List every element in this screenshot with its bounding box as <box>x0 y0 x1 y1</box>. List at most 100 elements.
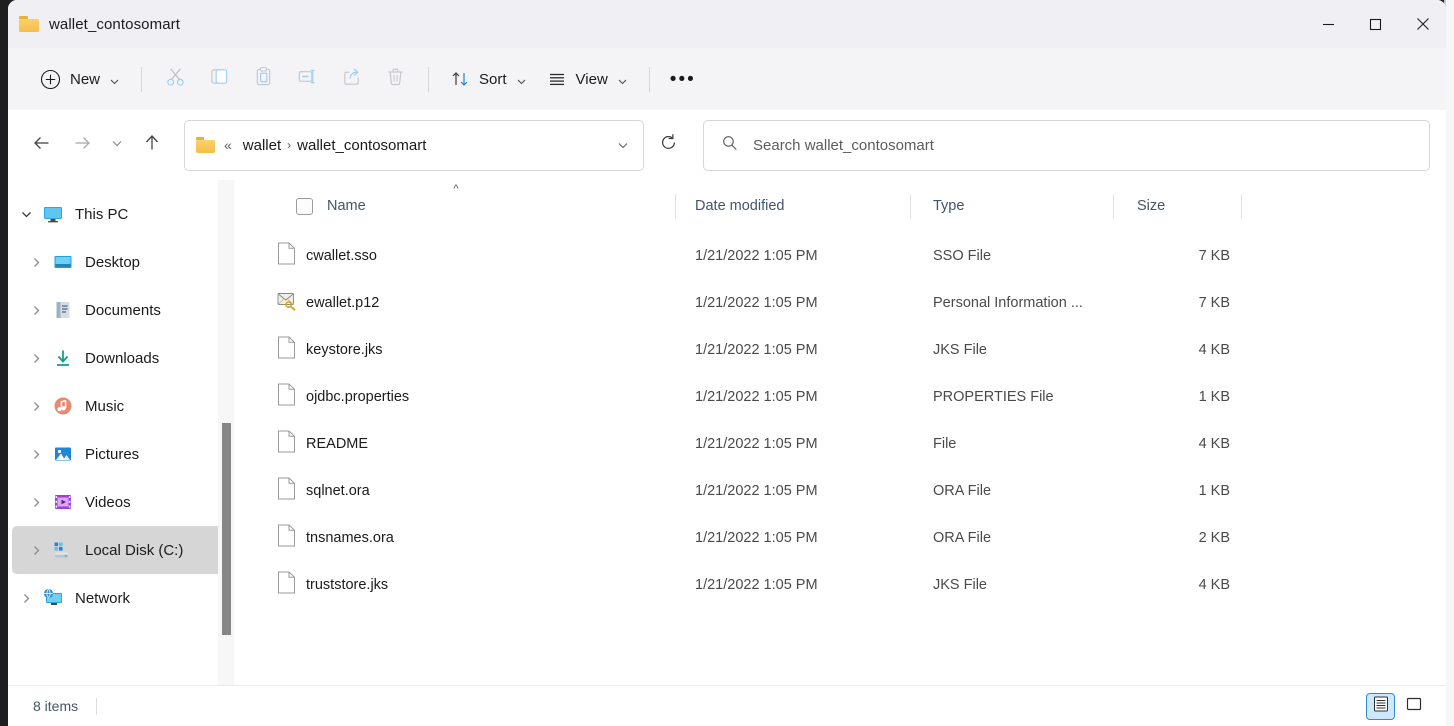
sort-button[interactable]: Sort <box>440 60 537 98</box>
sidebar-item-desktop[interactable]: Desktop <box>12 238 226 286</box>
file-name-cell[interactable]: ojdbc.properties <box>236 383 676 410</box>
file-size-cell: 1 KB <box>1114 389 1242 405</box>
column-header-name[interactable]: ^ Name <box>236 180 676 232</box>
file-date-label: 1/21/2022 1:05 PM <box>695 530 818 546</box>
sidebar-scrollbar[interactable] <box>218 180 234 685</box>
music-icon <box>50 396 76 416</box>
minimize-button[interactable] <box>1305 0 1352 48</box>
chevron-right-icon[interactable] <box>22 256 50 269</box>
blank-file-icon <box>277 336 296 363</box>
rename-button[interactable] <box>285 60 329 98</box>
sidebar-item-label: Music <box>85 398 124 415</box>
table-row[interactable]: README1/21/2022 1:05 PMFile4 KB <box>236 420 1446 467</box>
file-list-pane: ^ Name Date modified Type Size <box>236 180 1446 685</box>
sidebar-item-videos[interactable]: Videos <box>12 478 226 526</box>
breadcrumb-item-wallet[interactable]: wallet <box>239 134 285 157</box>
column-header-type[interactable]: Type <box>911 180 1114 232</box>
copy-button[interactable] <box>197 60 241 98</box>
file-name-cell[interactable]: sqlnet.ora <box>236 477 676 504</box>
file-name-label: ojdbc.properties <box>306 389 409 405</box>
blank-file-icon <box>277 571 296 598</box>
file-name-cell[interactable]: tnsnames.ora <box>236 524 676 551</box>
blank-file-icon <box>277 242 296 269</box>
table-row[interactable]: truststore.jks1/21/2022 1:05 PMJKS File4… <box>236 561 1446 608</box>
new-button[interactable]: New <box>30 60 130 98</box>
list-lines-icon <box>547 69 567 89</box>
chevron-right-icon[interactable] <box>22 400 50 413</box>
sidebar-item-label: Documents <box>85 302 161 319</box>
select-all-checkbox[interactable] <box>296 198 313 215</box>
table-row[interactable]: ojdbc.properties1/21/2022 1:05 PMPROPERT… <box>236 373 1446 420</box>
refresh-button[interactable] <box>648 125 688 165</box>
screen: wallet_contosomart New <box>0 0 1454 726</box>
rename-icon <box>297 66 318 92</box>
sidebar-scrollbar-thumb[interactable] <box>222 423 231 635</box>
chevron-right-icon[interactable] <box>22 448 50 461</box>
details-view-icon <box>1372 695 1390 718</box>
sidebar-item-local-disk-c[interactable]: Local Disk (C:) <box>12 526 226 574</box>
file-size-label: 4 KB <box>1199 436 1230 452</box>
file-date-cell: 1/21/2022 1:05 PM <box>676 342 911 358</box>
file-name-cell[interactable]: keystore.jks <box>236 336 676 363</box>
chevron-right-icon[interactable] <box>22 304 50 317</box>
file-size-cell: 7 KB <box>1114 295 1242 311</box>
chevron-down-icon[interactable] <box>12 208 40 221</box>
maximize-button[interactable] <box>1352 0 1399 48</box>
sidebar-item-music[interactable]: Music <box>12 382 226 430</box>
file-type-cell: Personal Information ... <box>911 295 1114 311</box>
breadcrumb-item-wallet-contosomart[interactable]: wallet_contosomart <box>293 134 430 157</box>
table-row[interactable]: cwallet.sso1/21/2022 1:05 PMSSO File7 KB <box>236 232 1446 279</box>
sidebar-item-pictures[interactable]: Pictures <box>12 430 226 478</box>
large-icons-view-button[interactable] <box>1399 693 1428 720</box>
file-name-cell[interactable]: README <box>236 430 676 457</box>
up-button[interactable] <box>132 125 172 165</box>
table-row[interactable]: ewallet.p121/21/2022 1:05 PMPersonal Inf… <box>236 279 1446 326</box>
sidebar-item-downloads[interactable]: Downloads <box>12 334 226 382</box>
delete-button[interactable] <box>373 60 417 98</box>
sort-arrows-icon <box>450 69 470 89</box>
column-header-date-modified[interactable]: Date modified <box>676 180 911 232</box>
share-button[interactable] <box>329 60 373 98</box>
file-name-cell[interactable]: cwallet.sso <box>236 242 676 269</box>
file-type-label: File <box>933 436 956 452</box>
forward-button[interactable] <box>62 125 102 165</box>
chevron-right-icon[interactable] <box>22 544 50 557</box>
cut-button[interactable] <box>153 60 197 98</box>
recent-locations-button[interactable] <box>102 125 132 165</box>
paste-button[interactable] <box>241 60 285 98</box>
file-date-label: 1/21/2022 1:05 PM <box>695 483 818 499</box>
file-size-cell: 1 KB <box>1114 483 1242 499</box>
back-button[interactable] <box>22 125 62 165</box>
address-bar[interactable]: « wallet › wallet_contosomart <box>184 120 644 171</box>
table-row[interactable]: tnsnames.ora1/21/2022 1:05 PMORA File2 K… <box>236 514 1446 561</box>
close-button[interactable] <box>1399 0 1446 48</box>
file-name-label: README <box>306 436 368 452</box>
details-view-button[interactable] <box>1366 693 1395 720</box>
certificate-key-icon <box>277 289 296 316</box>
window-controls <box>1305 0 1446 48</box>
table-row[interactable]: sqlnet.ora1/21/2022 1:05 PMORA File1 KB <box>236 467 1446 514</box>
view-button[interactable]: View <box>537 60 638 98</box>
file-size-cell: 7 KB <box>1114 248 1242 264</box>
table-row[interactable]: keystore.jks1/21/2022 1:05 PMJKS File4 K… <box>236 326 1446 373</box>
chevron-right-icon[interactable] <box>22 352 50 365</box>
file-size-label: 1 KB <box>1199 389 1230 405</box>
column-header-size[interactable]: Size <box>1114 180 1242 232</box>
more-options-button[interactable]: ••• <box>661 60 705 98</box>
sidebar-item-documents[interactable]: Documents <box>12 286 226 334</box>
address-dropdown-button[interactable] <box>609 128 637 162</box>
breadcrumb-overflow[interactable]: « <box>224 137 232 153</box>
file-type-cell: JKS File <box>911 577 1114 593</box>
file-name-cell[interactable]: ewallet.p12 <box>236 289 676 316</box>
file-type-cell: PROPERTIES File <box>911 389 1114 405</box>
search-input[interactable]: Search wallet_contosomart <box>703 120 1430 171</box>
file-name-cell[interactable]: truststore.jks <box>236 571 676 598</box>
chevron-right-icon[interactable] <box>12 592 40 605</box>
chevron-right-icon[interactable] <box>22 496 50 509</box>
file-size-label: 4 KB <box>1199 577 1230 593</box>
sidebar-item-label: Desktop <box>85 254 140 271</box>
sidebar-item-network[interactable]: Network <box>12 574 226 622</box>
sidebar-item-this-pc[interactable]: This PC <box>12 190 226 238</box>
file-name-label: sqlnet.ora <box>306 483 370 499</box>
file-date-label: 1/21/2022 1:05 PM <box>695 342 818 358</box>
